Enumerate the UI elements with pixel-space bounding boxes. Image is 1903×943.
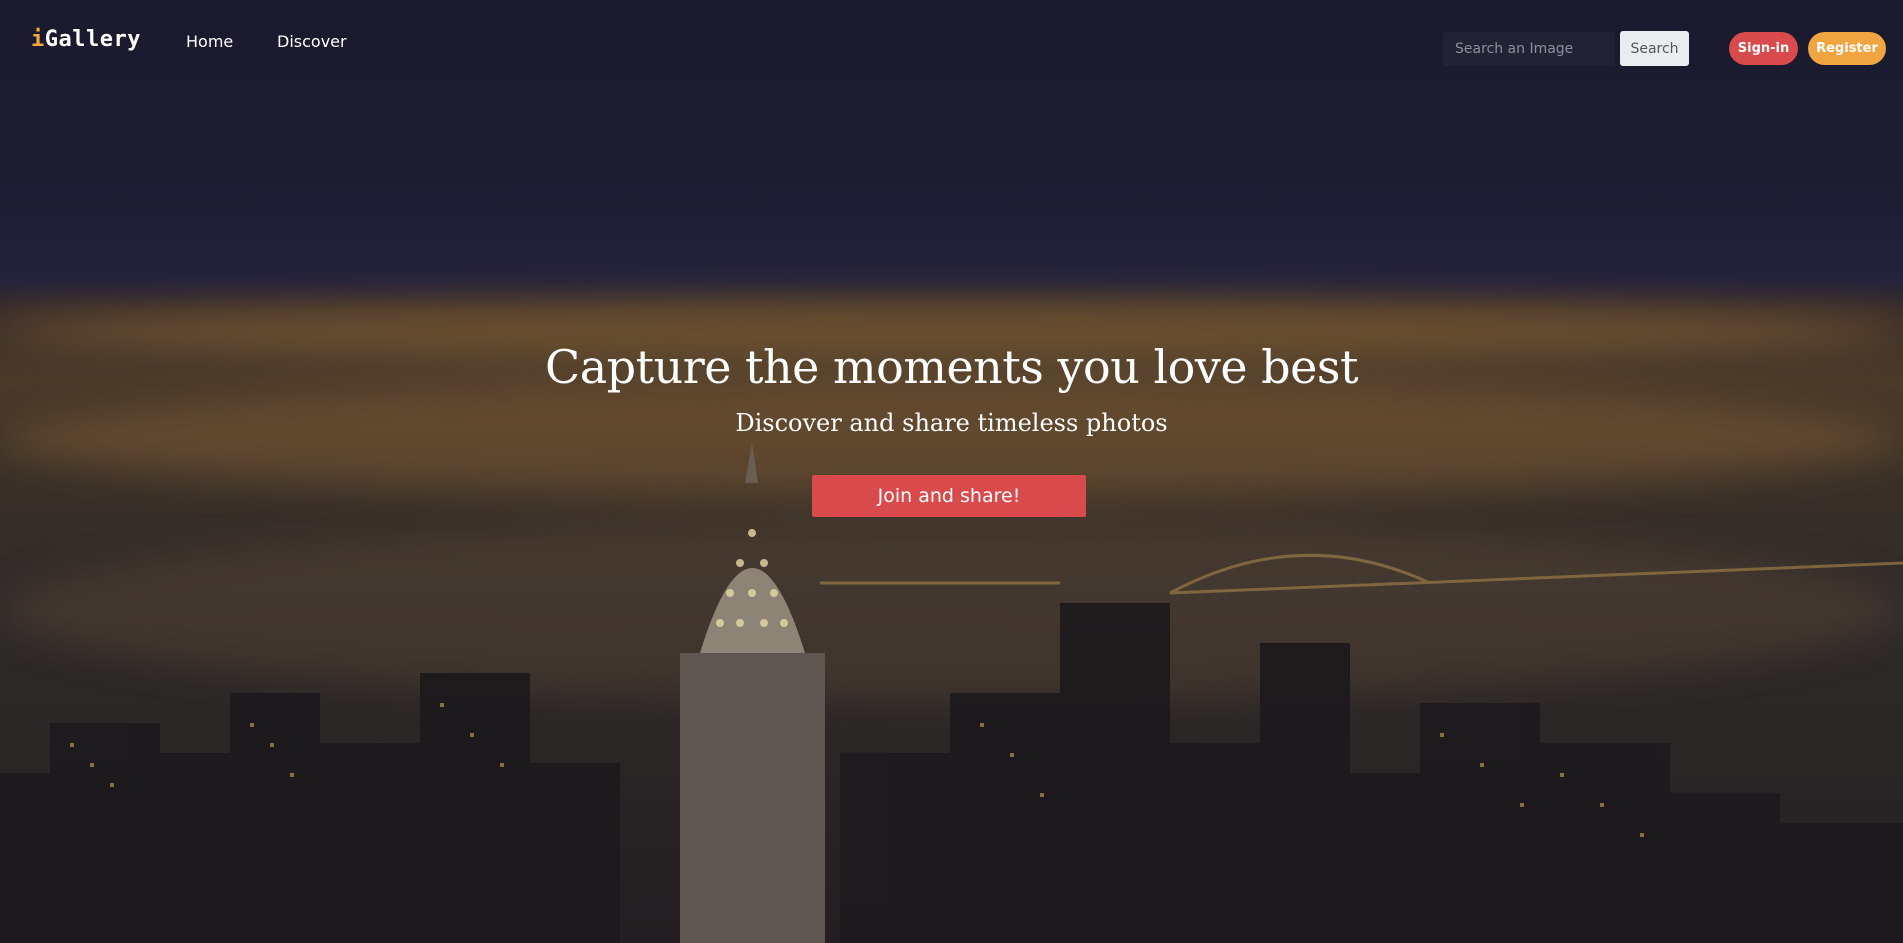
- brand-logo-prefix: i: [31, 27, 45, 52]
- brand-logo-name: Gallery: [44, 27, 141, 52]
- navbar: iGallery Home Discover Search Sign-in Re…: [0, 0, 1903, 86]
- join-and-share-button[interactable]: Join and share!: [812, 475, 1086, 517]
- sign-in-button[interactable]: Sign-in: [1729, 32, 1798, 65]
- hero-section: iGallery Home Discover Search Sign-in Re…: [0, 0, 1903, 943]
- nav-link-discover[interactable]: Discover: [277, 32, 347, 51]
- hero-headline: Capture the moments you love best: [545, 340, 1358, 394]
- brand-logo[interactable]: iGallery: [31, 27, 141, 52]
- register-button[interactable]: Register: [1808, 32, 1886, 65]
- nav-link-home[interactable]: Home: [186, 32, 233, 51]
- city-skyline-background: [0, 443, 1903, 943]
- hero-subheadline: Discover and share timeless photos: [735, 409, 1168, 437]
- search-button[interactable]: Search: [1620, 31, 1689, 66]
- search-input[interactable]: [1443, 32, 1615, 66]
